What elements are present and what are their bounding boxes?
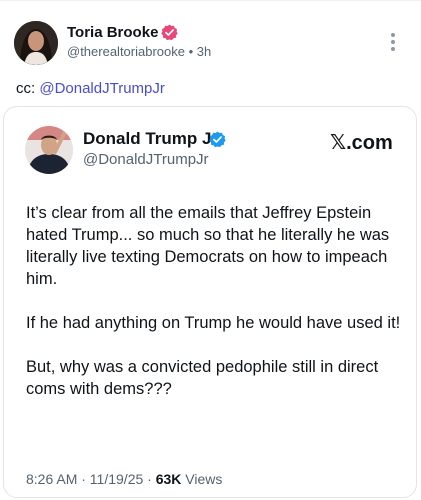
post-text: cc: @DonaldJTrumpJr [16,80,165,98]
views-label: Views [181,471,223,487]
post-time[interactable]: 3h [197,44,211,59]
views-count: 63K [155,471,182,487]
meta-separator: • [184,44,197,59]
quoted-paragraph: But, why was a convicted pedophile still… [26,358,379,398]
verified-badge-icon [209,131,226,148]
source-label[interactable]: 𝕏.com [330,131,393,155]
quoted-post-text: It’s clear from all the emails that Jeff… [26,202,404,422]
quoted-post-footer: 8:26 AM · 11/19/25 · 63K Views [26,471,222,488]
avatar[interactable] [14,21,58,65]
more-vertical-icon[interactable] [386,31,400,53]
quoted-avatar[interactable] [25,126,73,174]
verified-badge-icon [161,24,178,41]
quoted-author-handle[interactable]: @DonaldJTrumpJr [83,151,209,169]
post-timestamp[interactable]: 8:26 AM · 11/19/25 · [26,471,156,487]
cc-label: cc: [16,80,40,97]
author-handle[interactable]: @therealtoriabrooke [67,44,185,59]
quoted-paragraph: It’s clear from all the emails that Jeff… [26,204,390,288]
quoted-paragraph: If he had anything on Trump he would hav… [26,314,401,332]
author-name[interactable]: Toria Brooke [67,24,158,42]
quoted-post-card[interactable]: Donald Trump Jr. @DonaldJTrumpJr 𝕏.com I… [3,106,417,498]
post-meta: @therealtoriabrooke • 3h [67,44,211,60]
quoted-author-name[interactable]: Donald Trump Jr. [83,129,222,149]
top-divider [0,0,421,1]
mention-link[interactable]: @DonaldJTrumpJr [39,80,165,97]
